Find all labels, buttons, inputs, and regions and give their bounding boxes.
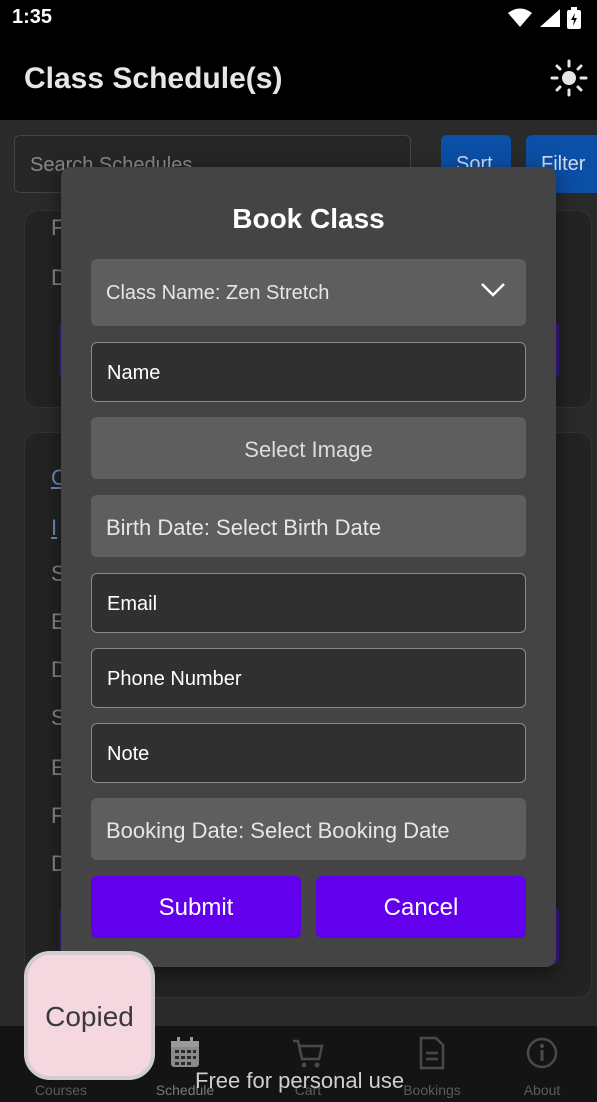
- cancel-label: Cancel: [383, 894, 459, 921]
- signal-icon: [540, 9, 560, 27]
- page-title: Class Schedule(s): [24, 62, 283, 95]
- phone-number-label: Phone Number: [107, 668, 242, 690]
- select-image-label: Select Image: [244, 437, 373, 462]
- toast-text: Copied: [45, 1001, 134, 1032]
- select-image-button[interactable]: Select Image: [91, 417, 526, 479]
- document-icon: [419, 1036, 445, 1070]
- info-icon: [526, 1037, 558, 1069]
- booking-date-picker[interactable]: Booking Date: Select Booking Date: [91, 798, 526, 860]
- email-label: Email: [107, 593, 158, 615]
- book-class-dialog: Book Class Class Name: Zen Stretch Name …: [61, 167, 556, 967]
- chevron-down-icon: [481, 283, 505, 297]
- note-label: Note: [107, 743, 150, 765]
- nav-item-about[interactable]: About: [487, 1026, 597, 1102]
- wifi-icon: [508, 8, 532, 27]
- phone-number-field[interactable]: Phone Number: [91, 648, 526, 708]
- birth-date-label: Birth Date: Select Birth Date: [106, 515, 382, 540]
- cart-icon: [293, 1039, 324, 1068]
- note-field[interactable]: Note: [91, 723, 526, 783]
- name-label: Name: [107, 362, 161, 384]
- submit-label: Submit: [158, 894, 234, 921]
- watermark: Free for personal use: [195, 1068, 405, 1093]
- status-icons: [507, 7, 581, 29]
- booking-date-label: Booking Date: Select Booking Date: [106, 818, 450, 843]
- calendar-icon: [171, 1037, 199, 1067]
- card-link[interactable]: I: [51, 515, 57, 541]
- class-name-value: Class Name: Zen Stretch: [106, 282, 330, 304]
- copied-toast: Copied: [24, 951, 155, 1080]
- brightness-icon[interactable]: [549, 58, 589, 98]
- status-bar: 1:35: [0, 0, 597, 36]
- dialog-title: Book Class: [232, 203, 385, 234]
- submit-button[interactable]: Submit: [91, 876, 301, 938]
- email-field[interactable]: Email: [91, 573, 526, 633]
- name-field[interactable]: Name: [91, 342, 526, 402]
- status-time: 1:35: [12, 6, 53, 28]
- cancel-button[interactable]: Cancel: [316, 876, 526, 938]
- nav-label: About: [523, 1082, 561, 1098]
- birth-date-picker[interactable]: Birth Date: Select Birth Date: [91, 495, 526, 557]
- app-bar: Class Schedule(s): [0, 36, 597, 120]
- nav-label: Courses: [34, 1082, 88, 1098]
- battery-icon: [567, 7, 581, 29]
- class-name-dropdown[interactable]: Class Name: Zen Stretch: [91, 259, 526, 326]
